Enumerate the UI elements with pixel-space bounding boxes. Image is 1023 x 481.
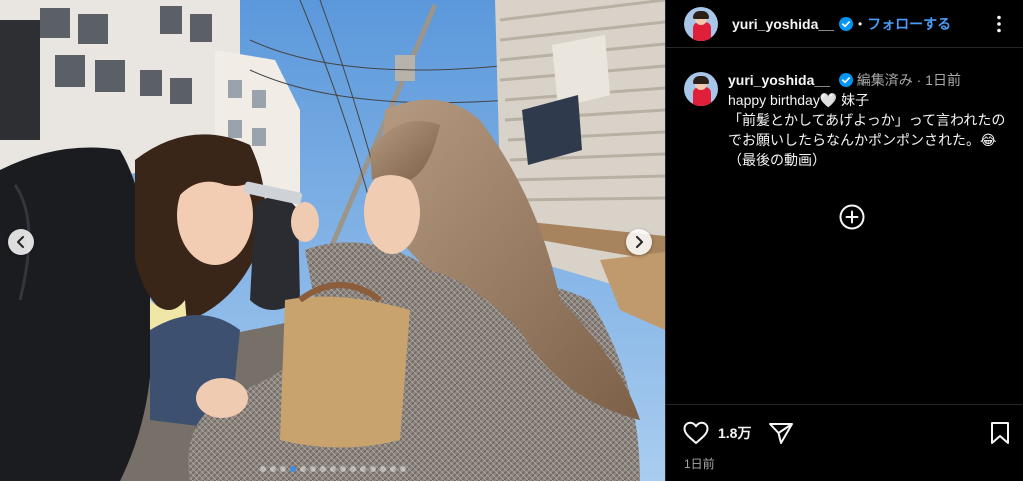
caption-meta: 編集済み · 1日前 — [856, 72, 961, 88]
prev-arrow-icon — [17, 236, 24, 248]
like-button[interactable] — [682, 419, 710, 447]
carousel-dot — [379, 466, 386, 472]
carousel-dot — [339, 466, 346, 472]
carousel-dot — [399, 466, 406, 472]
carousel-dot — [259, 466, 266, 472]
carousel-dot — [309, 466, 316, 472]
caption-line-2: 「前髪とかしてあげよっか」って言われたのでお願いしたらなんかポンポンされた。😂（… — [728, 112, 1006, 168]
heart-icon — [683, 421, 709, 444]
load-more-comments-button[interactable] — [839, 204, 865, 230]
carousel-dot — [349, 466, 356, 472]
carousel-dot — [329, 466, 336, 472]
share-button[interactable] — [767, 419, 795, 447]
next-arrow-icon — [636, 236, 643, 248]
verified-icon — [838, 16, 853, 31]
plus-circle-icon — [839, 204, 865, 230]
follow-button[interactable]: フォローする — [867, 14, 951, 34]
carousel-dot — [389, 466, 396, 472]
more-icon — [997, 15, 1001, 32]
post-header: yuri_yoshida__ • フォローする — [666, 0, 1023, 48]
post-timestamp[interactable]: 1日前 — [684, 455, 715, 472]
bookmark-icon — [991, 422, 1009, 444]
carousel-indicator — [0, 466, 665, 472]
next-slide-button[interactable] — [626, 229, 652, 255]
like-count[interactable]: 1.8万 — [718, 423, 751, 443]
post-photo — [0, 0, 665, 481]
header-username[interactable]: yuri_yoshida__ — [732, 16, 834, 32]
header-separator: • — [857, 16, 863, 31]
carousel-dot — [369, 466, 376, 472]
verified-icon — [838, 73, 853, 87]
avatar[interactable] — [684, 6, 718, 41]
carousel-dot — [269, 466, 276, 472]
carousel-dot — [319, 466, 326, 472]
carousel-dot — [299, 466, 306, 472]
caption-line-1: happy birthday🤍 妹子 — [728, 92, 870, 108]
more-options-button[interactable] — [987, 12, 1011, 36]
carousel-dot — [289, 466, 296, 472]
carousel-dot — [279, 466, 286, 472]
previous-slide-button[interactable] — [8, 229, 34, 255]
caption-avatar[interactable] — [684, 72, 718, 106]
save-button[interactable] — [986, 419, 1014, 447]
caption-username[interactable]: yuri_yoshida__ — [728, 72, 830, 88]
post-actions: 1.8万 — [666, 404, 1023, 461]
post-side-panel: yuri_yoshida__ • フォローする yuri_yoshida__ 編… — [665, 0, 1023, 481]
carousel-dot — [359, 466, 366, 472]
post-caption: yuri_yoshida__ 編集済み · 1日前 happy birthday… — [684, 70, 1014, 170]
post-media[interactable] — [0, 0, 665, 481]
share-icon — [769, 423, 794, 444]
